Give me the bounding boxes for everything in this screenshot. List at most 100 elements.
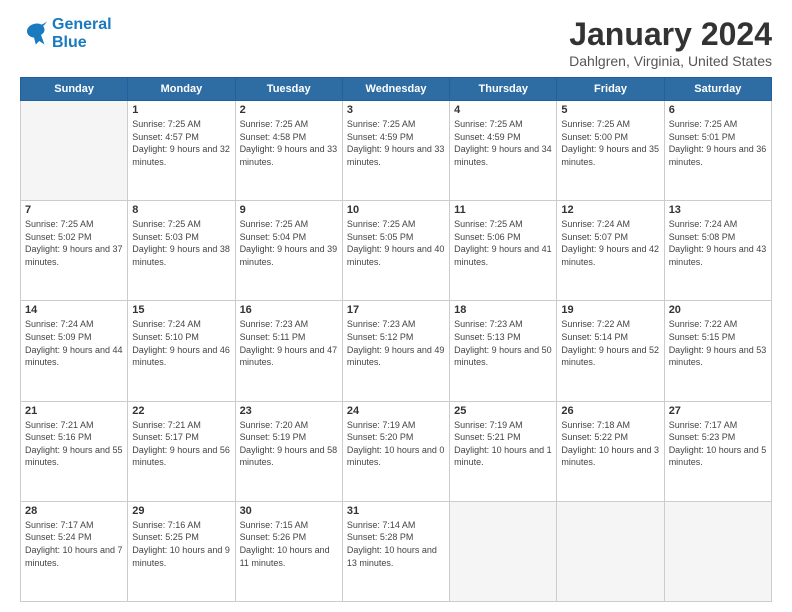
calendar-cell: 30 Sunrise: 7:15 AMSunset: 5:26 PMDayligh… <box>235 501 342 601</box>
calendar-cell: 8Sunrise: 7:25 AMSunset: 5:03 PMDaylight… <box>128 201 235 301</box>
day-number: 13 <box>669 204 767 216</box>
day-info: Sunrise: 7:21 AMSunset: 5:16 PMDaylight:… <box>25 419 123 469</box>
day-number: 17 <box>347 304 445 316</box>
day-info: Sunrise: 7:24 AMSunset: 5:08 PMDaylight:… <box>669 218 767 268</box>
day-number: 10 <box>347 204 445 216</box>
day-header-tuesday: Tuesday <box>235 78 342 101</box>
day-info: Sunrise: 7:25 AMSunset: 5:03 PMDaylight:… <box>132 218 230 268</box>
calendar-cell <box>664 501 771 601</box>
calendar-cell: 5Sunrise: 7:25 AMSunset: 5:00 PMDaylight… <box>557 101 664 201</box>
calendar-week-5: 28 Sunrise: 7:17 AMSunset: 5:24 PMDayligh… <box>21 501 772 601</box>
calendar-cell: 6Sunrise: 7:25 AMSunset: 5:01 PMDaylight… <box>664 101 771 201</box>
calendar-cell <box>21 101 128 201</box>
calendar-cell: 15 Sunrise: 7:24 AMSunset: 5:10 PMDayligh… <box>128 301 235 401</box>
calendar-week-1: 1 Sunrise: 7:25 AMSunset: 4:57 PMDaylight… <box>21 101 772 201</box>
calendar-cell: 25 Sunrise: 7:19 AMSunset: 5:21 PMDayligh… <box>450 401 557 501</box>
day-number: 18 <box>454 304 552 316</box>
calendar-cell: 11 Sunrise: 7:25 AMSunset: 5:06 PMDayligh… <box>450 201 557 301</box>
day-number: 31 <box>347 505 445 517</box>
day-number: 16 <box>240 304 338 316</box>
calendar-cell: 24Sunrise: 7:19 AMSunset: 5:20 PMDayligh… <box>342 401 449 501</box>
calendar-cell: 1 Sunrise: 7:25 AMSunset: 4:57 PMDaylight… <box>128 101 235 201</box>
day-number: 27 <box>669 405 767 417</box>
day-number: 14 <box>25 304 123 316</box>
day-number: 30 <box>240 505 338 517</box>
title-area: January 2024 Dahlgren, Virginia, United … <box>569 16 772 69</box>
logo-icon <box>20 20 48 48</box>
day-info: Sunrise: 7:23 AMSunset: 5:12 PMDaylight:… <box>347 318 445 368</box>
day-number: 26 <box>561 405 659 417</box>
main-title: January 2024 <box>569 16 772 53</box>
calendar-cell: 16 Sunrise: 7:23 AMSunset: 5:11 PMDayligh… <box>235 301 342 401</box>
header: General Blue January 2024 Dahlgren, Virg… <box>20 16 772 69</box>
calendar-cell <box>557 501 664 601</box>
day-number: 2 <box>240 104 338 116</box>
day-info: Sunrise: 7:18 AMSunset: 5:22 PMDaylight:… <box>561 419 659 469</box>
calendar-cell: 19Sunrise: 7:22 AMSunset: 5:14 PMDayligh… <box>557 301 664 401</box>
day-number: 29 <box>132 505 230 517</box>
day-info: Sunrise: 7:17 AMSunset: 5:23 PMDaylight:… <box>669 419 767 469</box>
calendar-week-3: 14Sunrise: 7:24 AMSunset: 5:09 PMDayligh… <box>21 301 772 401</box>
day-info: Sunrise: 7:14 AMSunset: 5:28 PMDaylight:… <box>347 519 445 569</box>
day-number: 24 <box>347 405 445 417</box>
calendar-cell: 31 Sunrise: 7:14 AMSunset: 5:28 PMDayligh… <box>342 501 449 601</box>
calendar-cell: 13 Sunrise: 7:24 AMSunset: 5:08 PMDayligh… <box>664 201 771 301</box>
calendar-cell: 7 Sunrise: 7:25 AMSunset: 5:02 PMDaylight… <box>21 201 128 301</box>
day-number: 4 <box>454 104 552 116</box>
day-info: Sunrise: 7:19 AMSunset: 5:21 PMDaylight:… <box>454 419 552 469</box>
day-header-sunday: Sunday <box>21 78 128 101</box>
calendar-cell: 17 Sunrise: 7:23 AMSunset: 5:12 PMDayligh… <box>342 301 449 401</box>
day-info: Sunrise: 7:23 AMSunset: 5:13 PMDaylight:… <box>454 318 552 368</box>
day-number: 21 <box>25 405 123 417</box>
day-info: Sunrise: 7:24 AMSunset: 5:10 PMDaylight:… <box>132 318 230 368</box>
day-number: 1 <box>132 104 230 116</box>
day-info: Sunrise: 7:25 AMSunset: 5:06 PMDaylight:… <box>454 218 552 268</box>
day-number: 15 <box>132 304 230 316</box>
calendar-cell: 14Sunrise: 7:24 AMSunset: 5:09 PMDayligh… <box>21 301 128 401</box>
calendar-cell: 29 Sunrise: 7:16 AMSunset: 5:25 PMDayligh… <box>128 501 235 601</box>
calendar-cell: 3 Sunrise: 7:25 AMSunset: 4:59 PMDaylight… <box>342 101 449 201</box>
day-info: Sunrise: 7:23 AMSunset: 5:11 PMDaylight:… <box>240 318 338 368</box>
calendar-cell: 23Sunrise: 7:20 AMSunset: 5:19 PMDayligh… <box>235 401 342 501</box>
day-info: Sunrise: 7:21 AMSunset: 5:17 PMDaylight:… <box>132 419 230 469</box>
calendar-cell: 21 Sunrise: 7:21 AMSunset: 5:16 PMDayligh… <box>21 401 128 501</box>
calendar-cell: 4 Sunrise: 7:25 AMSunset: 4:59 PMDaylight… <box>450 101 557 201</box>
day-info: Sunrise: 7:17 AMSunset: 5:24 PMDaylight:… <box>25 519 123 569</box>
day-info: Sunrise: 7:25 AMSunset: 4:57 PMDaylight:… <box>132 118 230 168</box>
logo: General Blue <box>20 16 112 51</box>
calendar-week-2: 7 Sunrise: 7:25 AMSunset: 5:02 PMDaylight… <box>21 201 772 301</box>
calendar-cell: 12Sunrise: 7:24 AMSunset: 5:07 PMDayligh… <box>557 201 664 301</box>
day-header-thursday: Thursday <box>450 78 557 101</box>
day-info: Sunrise: 7:25 AMSunset: 4:58 PMDaylight:… <box>240 118 338 168</box>
day-header-saturday: Saturday <box>664 78 771 101</box>
day-info: Sunrise: 7:15 AMSunset: 5:26 PMDaylight:… <box>240 519 338 569</box>
day-info: Sunrise: 7:25 AMSunset: 4:59 PMDaylight:… <box>347 118 445 168</box>
day-info: Sunrise: 7:25 AMSunset: 5:04 PMDaylight:… <box>240 218 338 268</box>
calendar-cell: 9 Sunrise: 7:25 AMSunset: 5:04 PMDaylight… <box>235 201 342 301</box>
calendar-cell <box>450 501 557 601</box>
calendar-week-4: 21 Sunrise: 7:21 AMSunset: 5:16 PMDayligh… <box>21 401 772 501</box>
calendar-cell: 26 Sunrise: 7:18 AMSunset: 5:22 PMDayligh… <box>557 401 664 501</box>
day-number: 11 <box>454 204 552 216</box>
day-info: Sunrise: 7:25 AMSunset: 5:02 PMDaylight:… <box>25 218 123 268</box>
day-number: 20 <box>669 304 767 316</box>
day-number: 25 <box>454 405 552 417</box>
day-number: 9 <box>240 204 338 216</box>
day-info: Sunrise: 7:16 AMSunset: 5:25 PMDaylight:… <box>132 519 230 569</box>
day-number: 3 <box>347 104 445 116</box>
day-info: Sunrise: 7:22 AMSunset: 5:15 PMDaylight:… <box>669 318 767 368</box>
calendar-cell: 2 Sunrise: 7:25 AMSunset: 4:58 PMDaylight… <box>235 101 342 201</box>
day-header-monday: Monday <box>128 78 235 101</box>
day-number: 28 <box>25 505 123 517</box>
day-number: 19 <box>561 304 659 316</box>
day-info: Sunrise: 7:24 AMSunset: 5:07 PMDaylight:… <box>561 218 659 268</box>
calendar-header-row: SundayMondayTuesdayWednesdayThursdayFrid… <box>21 78 772 101</box>
calendar-cell: 10Sunrise: 7:25 AMSunset: 5:05 PMDayligh… <box>342 201 449 301</box>
day-info: Sunrise: 7:25 AMSunset: 4:59 PMDaylight:… <box>454 118 552 168</box>
logo-text: General Blue <box>52 16 112 51</box>
day-number: 7 <box>25 204 123 216</box>
day-info: Sunrise: 7:25 AMSunset: 5:01 PMDaylight:… <box>669 118 767 168</box>
calendar-cell: 22 Sunrise: 7:21 AMSunset: 5:17 PMDayligh… <box>128 401 235 501</box>
page: General Blue January 2024 Dahlgren, Virg… <box>0 0 792 612</box>
day-number: 22 <box>132 405 230 417</box>
